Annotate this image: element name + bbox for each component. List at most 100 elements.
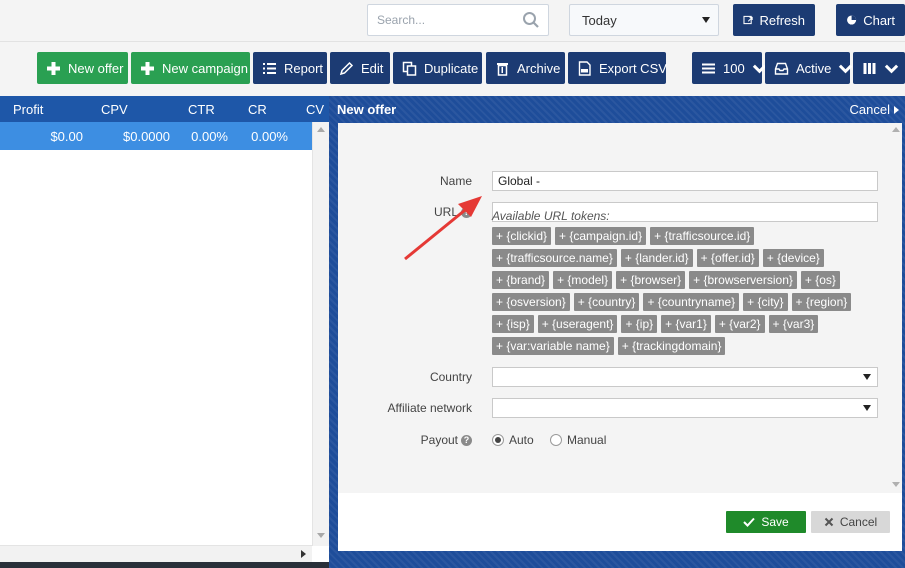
save-label: Save — [761, 515, 789, 529]
top-bar: Today Refresh Chart — [0, 0, 905, 42]
help-icon[interactable]: ? — [461, 207, 472, 218]
column-header-profit[interactable]: Profit — [13, 102, 43, 117]
url-label-wrap: URL? — [342, 205, 472, 219]
grid-vertical-scrollbar[interactable] — [312, 122, 329, 546]
url-token[interactable]: + {osversion} — [492, 293, 570, 311]
url-token[interactable]: + {country} — [573, 293, 640, 311]
refresh-icon — [743, 15, 753, 25]
pie-chart-icon — [847, 15, 857, 25]
column-header-cr[interactable]: CR — [248, 102, 267, 117]
url-token[interactable]: + {os} — [800, 271, 840, 289]
url-token[interactable]: + {useragent} — [537, 315, 618, 333]
dropdown-caret-icon — [863, 374, 871, 380]
panel-title: New offer — [337, 102, 397, 117]
scroll-down-icon[interactable] — [317, 533, 325, 538]
payout-manual-radio[interactable]: Manual — [550, 433, 606, 447]
url-tokens-list: + {clickid} + {campaign.id} + {trafficsour… — [492, 227, 882, 355]
new-campaign-button[interactable]: New campaign — [131, 52, 250, 84]
url-token[interactable]: + {browser} — [616, 271, 686, 289]
edit-button[interactable]: Edit — [330, 52, 390, 84]
help-icon[interactable]: ? — [461, 435, 472, 446]
payout-auto-radio[interactable]: Auto — [492, 433, 534, 447]
inbox-icon — [774, 62, 789, 75]
affiliate-network-select[interactable] — [492, 398, 878, 418]
url-token[interactable]: + {var1} — [661, 315, 711, 333]
url-token[interactable]: + {trafficsource.name} — [492, 249, 617, 267]
dropdown-caret-icon — [863, 405, 871, 411]
scroll-up-icon[interactable] — [892, 127, 900, 132]
scroll-right-icon[interactable] — [301, 550, 306, 558]
url-token[interactable]: + {lander.id} — [620, 249, 693, 267]
report-button[interactable]: Report — [253, 52, 327, 84]
panel-cancel-link[interactable]: Cancel — [850, 102, 899, 117]
action-toolbar: New offer New campaign Report Edit Dupli… — [0, 42, 905, 96]
cancel-button[interactable]: Cancel — [811, 511, 890, 533]
scroll-down-icon[interactable] — [892, 482, 900, 487]
grid-header: Profit CPV CTR CR CV — [0, 96, 329, 122]
search-box[interactable] — [367, 4, 549, 36]
url-token[interactable]: + {var2} — [714, 315, 765, 333]
url-token[interactable]: + {region} — [791, 293, 852, 311]
date-range-select[interactable]: Today — [569, 4, 719, 36]
url-token[interactable]: + {ip} — [621, 315, 658, 333]
export-csv-button[interactable]: Export CSV — [568, 52, 667, 84]
url-token[interactable]: + {city} — [743, 293, 788, 311]
list-icon — [263, 62, 276, 74]
url-token[interactable]: + {countryname} — [643, 293, 740, 311]
new-offer-button[interactable]: New offer — [37, 52, 128, 84]
url-token[interactable]: + {isp} — [492, 315, 534, 333]
archive-label: Archive — [517, 60, 561, 76]
chart-button[interactable]: Chart — [836, 4, 905, 36]
column-header-cv[interactable]: CV — [306, 102, 324, 117]
form-scrollbar[interactable] — [890, 123, 902, 493]
url-token[interactable]: + {device} — [762, 249, 824, 267]
refresh-label: Refresh — [759, 12, 805, 28]
column-header-ctr[interactable]: CTR — [188, 102, 215, 117]
columns-dropdown[interactable] — [853, 52, 905, 84]
column-header-cpv[interactable]: CPV — [101, 102, 128, 117]
duplicate-button[interactable]: Duplicate — [393, 52, 482, 84]
affiliate-network-label: Affiliate network — [387, 401, 473, 415]
report-label: Report — [284, 60, 324, 76]
url-token[interactable]: + {brand} — [492, 271, 550, 289]
search-icon[interactable] — [522, 11, 540, 29]
page-size-value: 100 — [723, 60, 745, 76]
radio-unselected-icon — [550, 434, 562, 446]
url-token[interactable]: + {campaign.id} — [555, 227, 647, 245]
url-token[interactable]: + {trafficsource.id} — [650, 227, 755, 245]
status-filter-dropdown[interactable]: Active — [765, 52, 853, 84]
rows-icon — [702, 63, 715, 73]
cell-ctr: 0.00% — [191, 129, 228, 144]
url-token[interactable]: + {model} — [553, 271, 613, 289]
page-size-dropdown[interactable]: 100 — [692, 52, 766, 84]
url-token[interactable]: + {trackingdomain} — [617, 337, 726, 355]
status-filter-value: Active — [796, 60, 832, 76]
radio-selected-icon — [492, 434, 504, 446]
chart-label: Chart — [863, 12, 895, 28]
payout-auto-label: Auto — [509, 433, 534, 447]
url-token[interactable]: + {var:variable name} — [492, 337, 614, 355]
url-token[interactable]: + {var3} — [768, 315, 819, 333]
form-footer: Save Cancel — [338, 493, 902, 551]
new-offer-label: New offer — [68, 60, 124, 76]
columns-icon — [863, 62, 876, 74]
cell-cpv: $0.0000 — [123, 129, 170, 144]
edit-label: Edit — [361, 60, 384, 76]
refresh-button[interactable]: Refresh — [733, 4, 815, 36]
caret-right-icon — [894, 105, 899, 114]
url-token[interactable]: + {clickid} — [492, 227, 552, 245]
save-button[interactable]: Save — [726, 511, 806, 533]
archive-button[interactable]: Archive — [486, 52, 565, 84]
url-token[interactable]: + {offer.id} — [696, 249, 759, 267]
scroll-up-icon[interactable] — [317, 127, 325, 132]
name-input[interactable] — [492, 171, 878, 191]
grid-horizontal-scrollbar[interactable] — [0, 545, 312, 562]
duplicate-icon — [402, 61, 417, 76]
search-input[interactable] — [368, 5, 508, 35]
plus-icon — [141, 61, 154, 75]
url-token[interactable]: + {browserversion} — [689, 271, 797, 289]
close-icon — [824, 517, 834, 527]
table-row[interactable]: $0.00 $0.0000 0.00% 0.00% — [0, 122, 312, 150]
payout-label-wrap: Payout? — [342, 433, 472, 447]
country-select[interactable] — [492, 367, 878, 387]
